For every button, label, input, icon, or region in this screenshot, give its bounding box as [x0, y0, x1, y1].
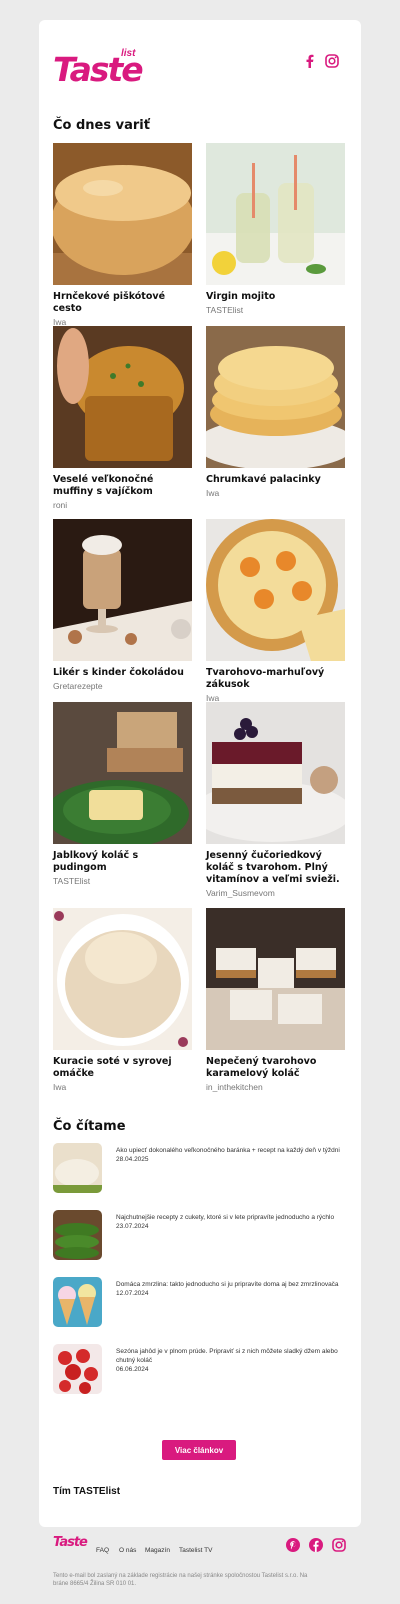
recipe-title[interactable]: Kuracie soté v syrovej omáčke	[53, 1056, 192, 1080]
logo-sub-text: list	[121, 48, 136, 59]
recipe-title[interactable]: Jesenný čučoriedkový koláč s tvarohom. P…	[206, 850, 345, 886]
recipe-title[interactable]: Likér s kinder čokoládou	[53, 667, 192, 679]
recipe-image[interactable]	[53, 326, 192, 468]
recipe-image[interactable]	[53, 143, 192, 285]
newsletter-card: Taste list Čo dnes variť Hrnčekové piškó…	[39, 20, 361, 1527]
instagram-icon[interactable]	[324, 53, 340, 69]
article-item[interactable]: Sezóna jahôd je v plnom prúde. Pripraviť…	[53, 1344, 347, 1394]
recipe-image[interactable]	[206, 519, 345, 661]
recipe-title[interactable]: Hrnčekové piškótové cesto	[53, 291, 192, 315]
pinterest-icon[interactable]	[286, 1538, 300, 1552]
article-item[interactable]: Najchutnejšie recepty z cukety, ktoré si…	[53, 1210, 347, 1260]
recipe-author: in_inthekitchen	[206, 1082, 263, 1092]
facebook-icon[interactable]	[309, 1538, 323, 1552]
more-articles-button[interactable]: Viac článkov	[162, 1440, 236, 1460]
recipe-card[interactable]: Veselé veľkonočné muffiny s vajíčkom ron…	[53, 326, 192, 510]
recipe-author: TASTElist	[206, 305, 244, 315]
article-thumbnail[interactable]	[53, 1344, 102, 1394]
recipe-image[interactable]	[53, 519, 192, 661]
recipe-image[interactable]	[206, 326, 345, 468]
recipe-title[interactable]: Jablkový koláč s pudingom	[53, 850, 192, 874]
recipe-image[interactable]	[206, 908, 345, 1050]
footer-link-faq[interactable]: FAQ	[96, 1547, 109, 1554]
article-date: 28.04.2025	[116, 1156, 149, 1163]
tastelist-logo[interactable]: Taste list	[53, 48, 147, 89]
article-headline[interactable]: Sezóna jahôd je v plnom prúde. Pripraviť…	[116, 1347, 344, 1365]
section-title-reading: Čo čítame	[53, 1119, 126, 1134]
recipe-title[interactable]: Tvarohovo-marhuľový zákusok	[206, 667, 345, 691]
recipe-image[interactable]	[206, 702, 345, 844]
recipe-author: Gretarezepte	[53, 681, 103, 691]
recipe-card[interactable]: Chrumkavé palacinky Iwa	[206, 326, 345, 498]
signature: Tím TASTElist	[53, 1486, 121, 1497]
recipe-title[interactable]: Nepečený tvarohovo karamelový koláč	[206, 1056, 345, 1080]
footer-logo[interactable]: Taste	[53, 1535, 88, 1550]
footer-disclaimer: Tento e-mail bol zaslaný na základe regi…	[53, 1573, 308, 1587]
recipe-image[interactable]	[53, 908, 192, 1050]
article-date: 12.07.2024	[116, 1290, 149, 1297]
article-date: 23.07.2024	[116, 1223, 149, 1230]
instagram-icon[interactable]	[332, 1538, 346, 1552]
recipe-title[interactable]: Chrumkavé palacinky	[206, 474, 345, 486]
recipe-card[interactable]: Virgin mojito TASTElist	[206, 143, 345, 315]
facebook-icon[interactable]	[301, 53, 317, 69]
recipe-title[interactable]: Virgin mojito	[206, 291, 345, 303]
article-item[interactable]: Ako upiecť dokonalého veľkonočného barán…	[53, 1143, 347, 1193]
recipe-author: TASTElist	[53, 876, 91, 886]
recipe-image[interactable]	[53, 702, 192, 844]
recipe-card[interactable]: Nepečený tvarohovo karamelový koláč in_i…	[206, 908, 345, 1092]
recipe-author: Iwa	[206, 488, 220, 498]
article-headline[interactable]: Domáca zmrzlina: takto jednoducho si ju …	[116, 1280, 344, 1289]
article-headline[interactable]: Ako upiecť dokonalého veľkonočného barán…	[116, 1146, 344, 1155]
recipe-image[interactable]	[206, 143, 345, 285]
article-thumbnail[interactable]	[53, 1277, 102, 1327]
recipe-card[interactable]: Kuracie soté v syrovej omáčke Iwa	[53, 908, 192, 1092]
recipe-card[interactable]: Jablkový koláč s pudingom TASTElist	[53, 702, 192, 886]
article-headline[interactable]: Najchutnejšie recepty z cukety, ktoré si…	[116, 1213, 344, 1222]
recipe-author: Varim_Susmevom	[206, 888, 275, 898]
article-thumbnail[interactable]	[53, 1143, 102, 1193]
recipe-card[interactable]: Tvarohovo-marhuľový zákusok Iwa	[206, 519, 345, 703]
recipe-card[interactable]: Likér s kinder čokoládou Gretarezepte	[53, 519, 192, 691]
recipe-title[interactable]: Veselé veľkonočné muffiny s vajíčkom	[53, 474, 192, 498]
article-thumbnail[interactable]	[53, 1210, 102, 1260]
article-date: 06.06.2024	[116, 1366, 149, 1373]
recipe-author: Iwa	[53, 1082, 67, 1092]
footer-link-magazine[interactable]: Magazín	[145, 1547, 170, 1554]
section-title-today: Čo dnes variť	[53, 118, 150, 133]
footer-link-tv[interactable]: Tastelist TV	[179, 1547, 212, 1554]
recipe-author: roni	[53, 500, 68, 510]
footer-link-about[interactable]: O nás	[119, 1547, 136, 1554]
article-item[interactable]: Domáca zmrzlina: takto jednoducho si ju …	[53, 1277, 347, 1327]
recipe-card[interactable]: Jesenný čučoriedkový koláč s tvarohom. P…	[206, 702, 345, 898]
recipe-card[interactable]: Hrnčekové piškótové cesto Iwa	[53, 143, 192, 327]
